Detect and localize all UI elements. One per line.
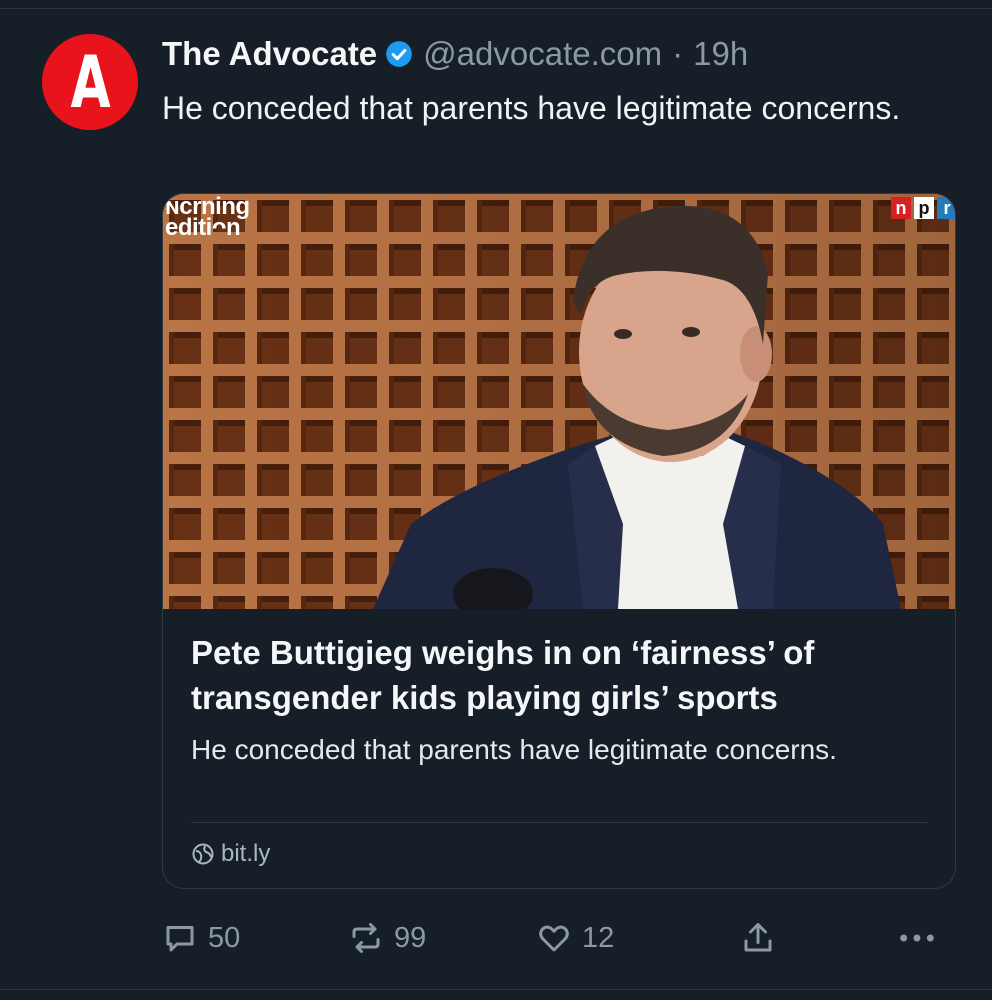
reply-count: 50 (208, 921, 241, 954)
post-actions: 50 99 12 (162, 916, 947, 960)
post-text: He conceded that parents have legitimate… (162, 90, 901, 126)
avatar[interactable]: A (42, 34, 138, 130)
more-options-button[interactable] (897, 916, 947, 960)
author-handle[interactable]: @advocate.com (423, 34, 662, 74)
card-body: Pete Buttigieg weighs in on ‘fairness’ o… (191, 630, 931, 770)
share-icon (744, 923, 772, 952)
verified-badge-icon[interactable] (385, 40, 413, 68)
card-description: He conceded that parents have legitimate… (191, 734, 837, 765)
npr-letter-r: r (937, 197, 955, 219)
thumbnail-illustration (163, 194, 955, 609)
post-timestamp[interactable]: 19h (693, 34, 748, 74)
logo-line-2: editiᴖn (165, 214, 241, 241)
share-button[interactable] (740, 916, 786, 960)
morning-edition-logo: ɴᴄrning editiᴖn (165, 195, 250, 241)
link-card[interactable]: ɴᴄrning editiᴖn n p r Pete Buttigieg wei… (162, 193, 956, 889)
separator-dot: · (672, 35, 684, 72)
like-icon (539, 925, 569, 952)
post-header: The Advocate @advocate.com · 19h (162, 34, 962, 74)
more-icon (900, 934, 934, 942)
repost-count: 99 (394, 921, 427, 954)
card-domain[interactable]: bit.ly (191, 840, 270, 868)
npr-letter-n: n (891, 197, 911, 219)
reply-icon (166, 926, 194, 952)
post-screen: A The Advocate @advocate.com · 19h He co… (0, 0, 992, 1000)
card-thumbnail: ɴᴄrning editiᴖn n p r (163, 194, 955, 609)
avatar-logo: A (70, 40, 111, 124)
author-display-name[interactable]: The Advocate (162, 34, 377, 74)
reply-button[interactable]: 50 (162, 916, 240, 960)
top-divider (0, 0, 992, 9)
repost-icon (352, 923, 380, 953)
globe-icon (192, 843, 214, 865)
npr-letter-p: p (914, 197, 934, 219)
like-count: 12 (582, 921, 615, 954)
card-divider (191, 822, 927, 823)
card-title[interactable]: Pete Buttigieg weighs in on ‘fairness’ o… (191, 630, 931, 720)
card-domain-text: bit.ly (221, 840, 271, 867)
repost-button[interactable]: 99 (348, 916, 426, 960)
npr-logo: n p r (891, 197, 955, 219)
bottom-divider (0, 989, 992, 990)
like-button[interactable]: 12 (536, 916, 614, 960)
